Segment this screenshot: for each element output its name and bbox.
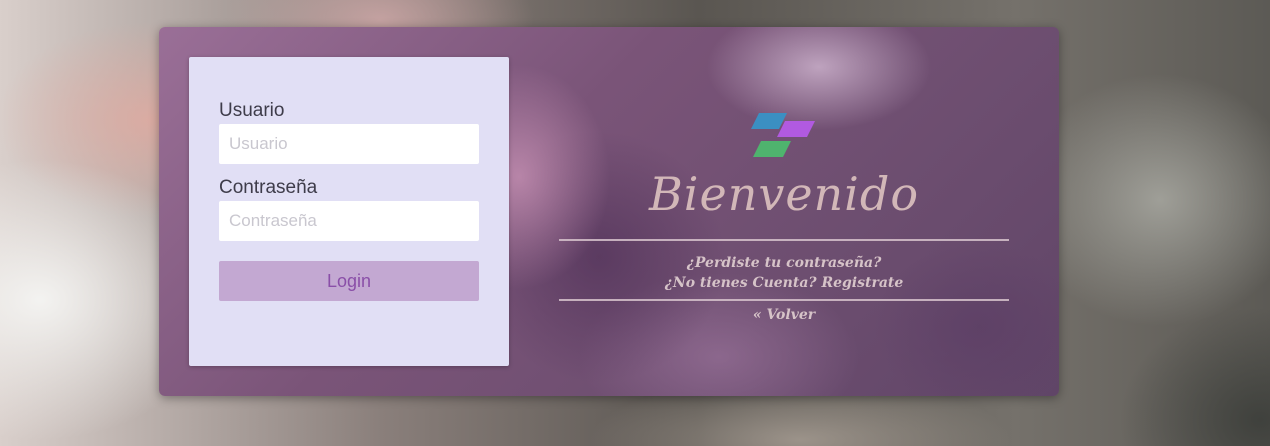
login-button[interactable]: Login — [219, 261, 479, 301]
password-input[interactable] — [219, 201, 479, 241]
username-label: Usuario — [219, 100, 285, 121]
register-link[interactable]: ¿No tienes Cuenta? Registrate — [559, 275, 1009, 291]
password-label: Contraseña — [219, 177, 318, 198]
stacked-parallelograms-logo-icon — [751, 113, 815, 157]
login-card: Usuario Contraseña Login Bienvenido ¿Per… — [159, 27, 1059, 396]
forgot-password-link[interactable]: ¿Perdiste tu contraseña? — [559, 255, 1009, 271]
login-form: Usuario Contraseña Login — [189, 57, 509, 366]
bottom-divider — [559, 299, 1009, 301]
top-divider — [559, 239, 1009, 241]
welcome-title: Bienvenido — [648, 167, 920, 221]
welcome-panel: Bienvenido ¿Perdiste tu contraseña? ¿No … — [559, 27, 1009, 396]
back-link[interactable]: « Volver — [559, 307, 1009, 323]
username-input[interactable] — [219, 124, 479, 164]
